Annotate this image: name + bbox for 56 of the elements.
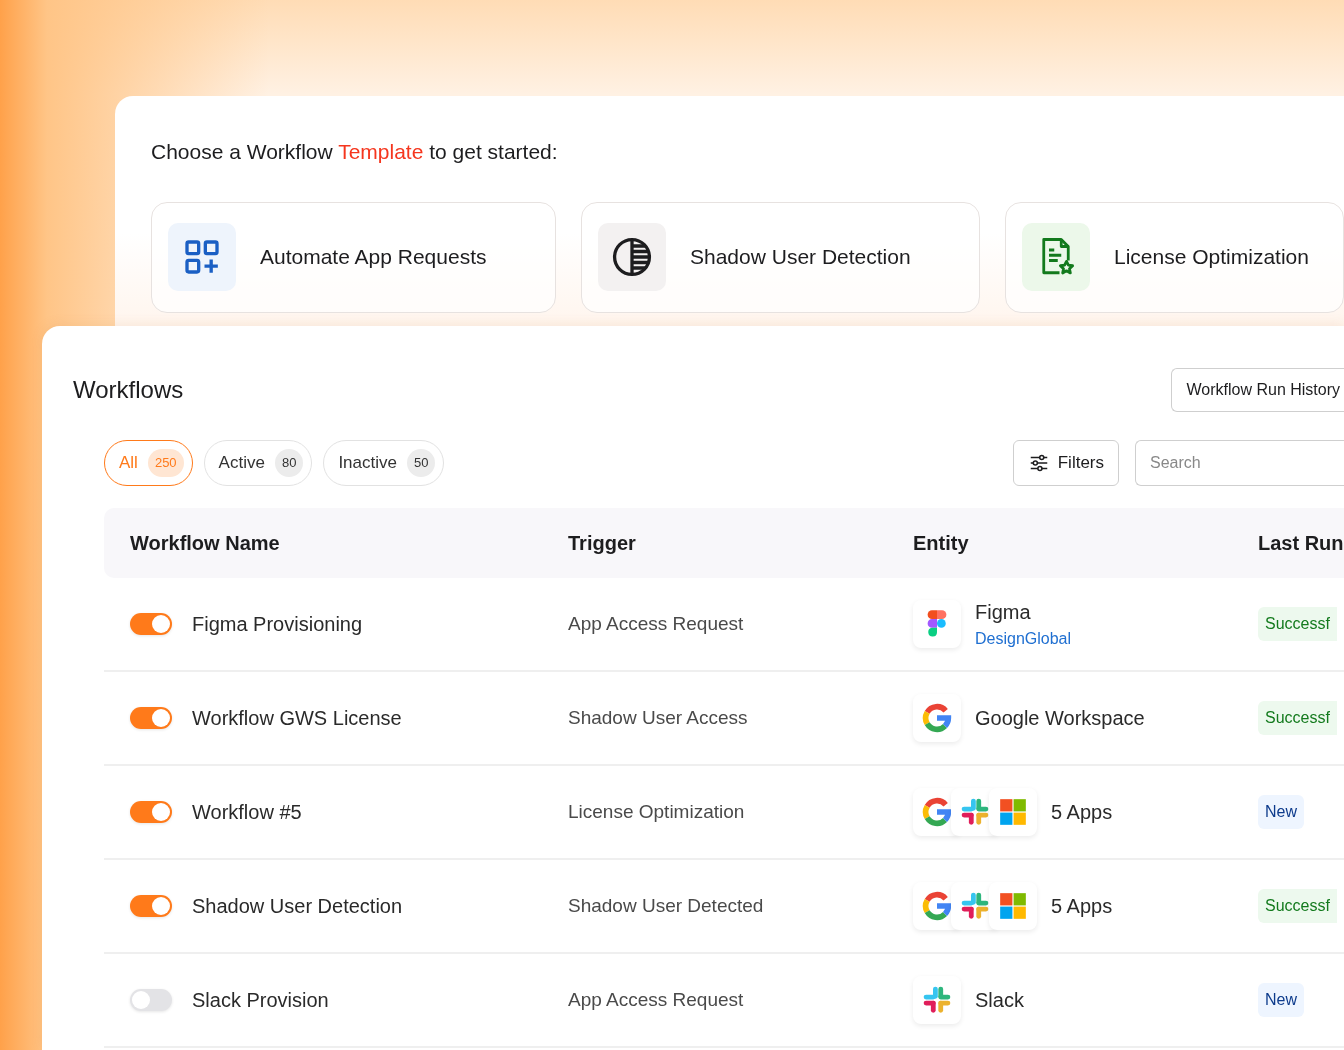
trigger-text: App Access Request (568, 611, 745, 636)
google-logo-icon (920, 795, 954, 829)
filter-tab[interactable]: Active 80 (203, 440, 313, 486)
entity-name: Slack (975, 988, 1024, 1013)
template-label: Shadow User Detection (690, 244, 911, 271)
status-tag: New (1258, 795, 1304, 829)
column-header: Trigger (568, 531, 637, 556)
template-label: Automate App Requests (260, 244, 487, 271)
trigger-text: Shadow User Detected (568, 893, 765, 918)
count-pill: 50 (406, 449, 436, 477)
column-header: Last Run (1258, 531, 1344, 556)
trigger-text: Shadow User Access (568, 705, 749, 730)
status-tag: New (1258, 983, 1304, 1017)
workflow-name: Slack Provision (192, 988, 329, 1013)
workflow-name: Workflow GWS License (192, 706, 402, 731)
four-squares-logo-icon (999, 892, 1027, 920)
template-card[interactable]: Shadow User Detection (581, 201, 980, 313)
entity-name: Figma (975, 600, 1032, 625)
status-tag: Successf (1258, 889, 1337, 923)
search-field[interactable]: Search (1135, 440, 1344, 486)
count-pill: 250 (147, 449, 184, 477)
section-title: Workflows (73, 375, 184, 405)
status-tag: Successf (1258, 701, 1337, 735)
template-label: License Optimization (1114, 244, 1309, 271)
filter-tab[interactable]: Inactive 50 (323, 440, 445, 486)
column-header: Workflow Name (129, 531, 281, 556)
status-tag: Successf (1258, 607, 1337, 641)
slack-logo-icon (959, 796, 991, 828)
workflow-name: Shadow User Detection (192, 894, 403, 919)
workflow-name: Figma Provisioning (192, 612, 363, 637)
entity-name: 5 Apps (1051, 894, 1113, 919)
grid-plus-icon (182, 237, 222, 277)
entity-name: Google Workspace (975, 706, 1145, 731)
workflow-name: Workflow #5 (192, 800, 302, 825)
google-logo-icon (920, 889, 954, 923)
template-card[interactable]: Automate App Requests (151, 201, 556, 313)
toggle-switch[interactable] (130, 895, 172, 917)
google-logo-icon (920, 701, 954, 735)
half-striped-circle-icon (610, 235, 654, 279)
trigger-text: App Access Request (568, 987, 745, 1012)
count-pill: 80 (274, 449, 304, 477)
four-squares-logo-icon (999, 798, 1027, 826)
filters-button[interactable]: Filters (1012, 440, 1119, 486)
column-header: Entity (913, 531, 970, 556)
template-card[interactable]: License Optimization (1005, 201, 1344, 313)
toggle-switch[interactable] (130, 801, 172, 823)
heading: Choose a Workflow Template to get started: (151, 139, 559, 165)
toggle-switch[interactable] (130, 989, 172, 1011)
slack-logo-icon (921, 984, 953, 1016)
entity-link[interactable]: DesignGlobal (975, 627, 1072, 651)
entity-name: 5 Apps (1051, 800, 1113, 825)
slack-logo-icon (959, 890, 991, 922)
trigger-text: License Optimization (568, 799, 746, 824)
history-button[interactable]: Workflow Run History (1171, 368, 1344, 412)
toggle-switch[interactable] (130, 707, 172, 729)
toggle-switch[interactable] (130, 613, 172, 635)
